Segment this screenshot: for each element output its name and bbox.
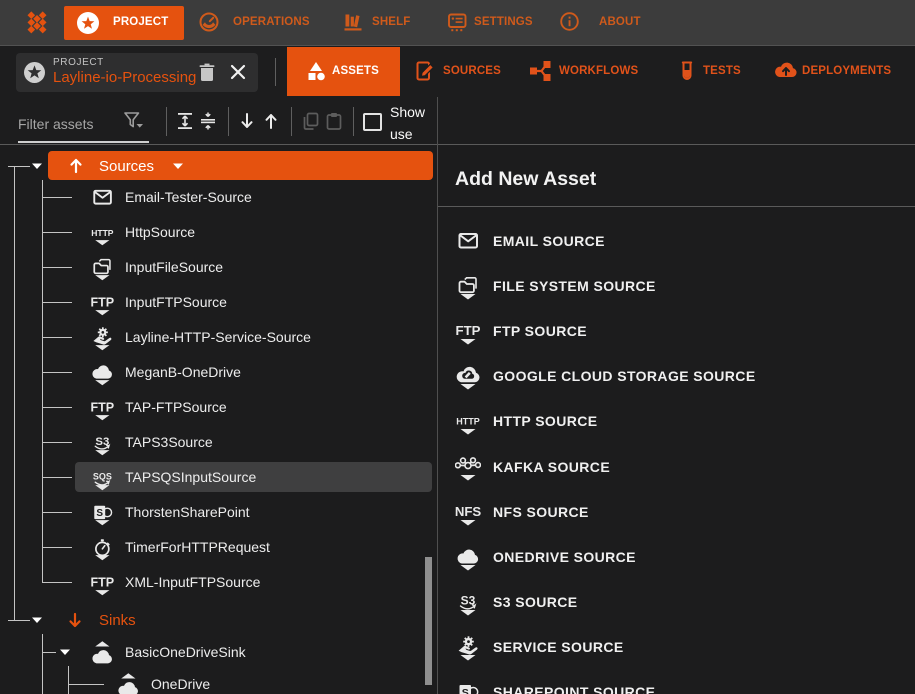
svg-text:S: S — [97, 508, 104, 519]
svg-text:FTP: FTP — [91, 575, 115, 589]
svg-text:S: S — [461, 687, 468, 694]
svg-text:NFS: NFS — [455, 504, 481, 519]
svg-text:HTTP: HTTP — [456, 417, 480, 427]
svg-text:FTP: FTP — [455, 323, 480, 338]
svg-text:HTTP: HTTP — [91, 227, 114, 237]
svg-text:FTP: FTP — [91, 400, 115, 414]
svg-text:SQS: SQS — [93, 471, 112, 481]
svg-text:FTP: FTP — [91, 295, 115, 309]
